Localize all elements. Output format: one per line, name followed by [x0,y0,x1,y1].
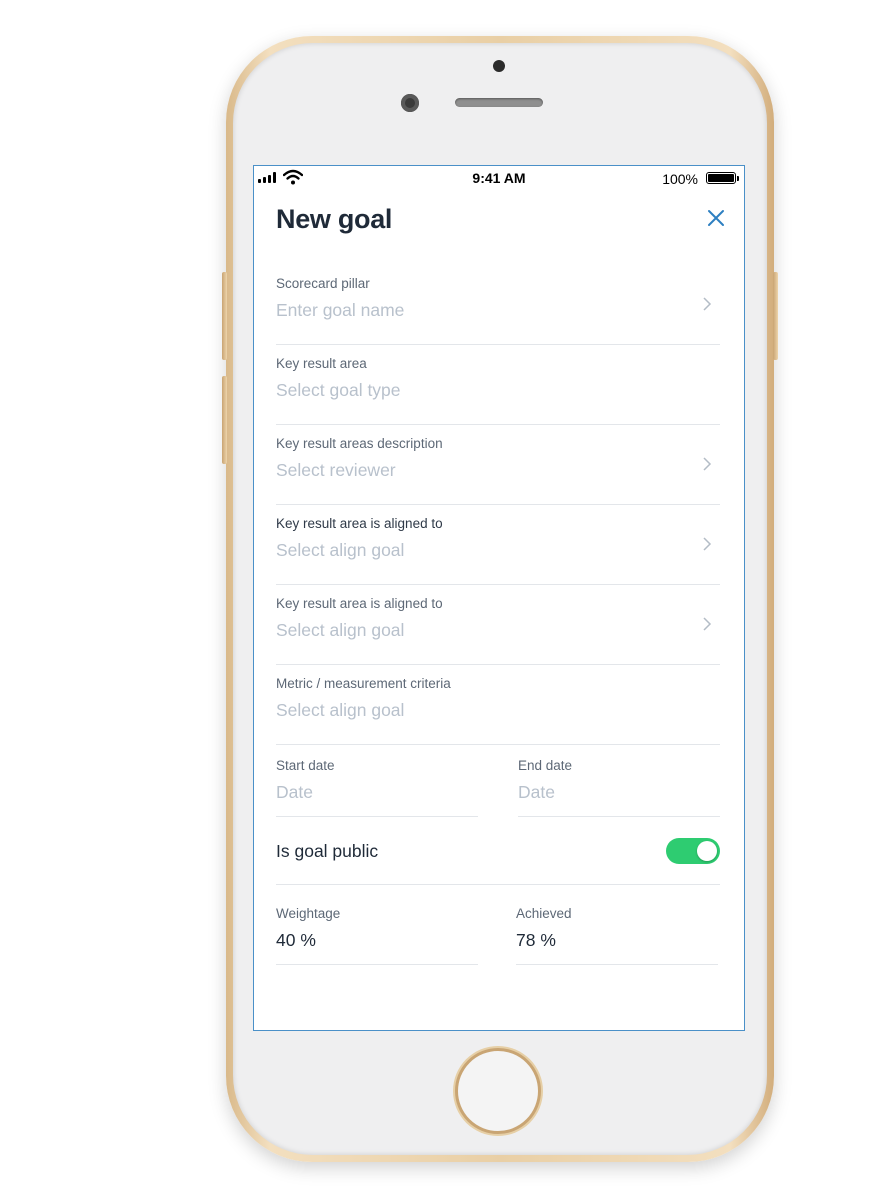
field-placeholder: Select align goal [276,620,405,640]
close-icon[interactable] [706,208,726,228]
status-bar: 9:41 AM 100% [254,166,744,190]
public-toggle-row: Is goal public [276,818,720,885]
end-date-placeholder: Date [518,782,555,802]
end-date-label: End date [518,758,573,773]
phone-screen: 9:41 AM 100% New goal Scorecard pillar E… [253,165,745,1031]
proximity-sensor [493,60,505,72]
front-camera [401,94,419,112]
battery-nub [737,176,739,181]
power-button [773,272,778,360]
start-date-field[interactable]: Start date Date [276,736,478,817]
weightage-field[interactable]: Weightage 40 % [276,884,478,965]
aligned-to-field-2[interactable]: Key result area is aligned to Select ali… [276,584,720,665]
weightage-value: 40 % [276,930,316,950]
earpiece-speaker [455,98,543,107]
start-date-placeholder: Date [276,782,313,802]
field-placeholder: Enter goal name [276,300,405,320]
home-button[interactable] [455,1048,541,1134]
field-label: Key result area is aligned to [276,516,443,531]
field-placeholder: Select reviewer [276,460,396,480]
mute-switch [222,272,227,360]
achieved-field[interactable]: Achieved 78 % [516,884,718,965]
aligned-to-field[interactable]: Key result area is aligned to Select ali… [276,504,720,585]
chevron-right-icon [703,297,712,311]
weightage-label: Weightage [276,906,341,921]
battery-icon [706,172,736,184]
field-label: Key result area is aligned to [276,596,443,611]
metric-criteria-field[interactable]: Metric / measurement criteria Select ali… [276,664,720,745]
field-placeholder: Select goal type [276,380,401,400]
field-placeholder: Select align goal [276,540,405,560]
key-result-areas-description-field[interactable]: Key result areas description Select revi… [276,424,720,505]
start-date-label: Start date [276,758,335,773]
toggle-knob [697,841,717,861]
chevron-right-icon [703,457,712,471]
end-date-field[interactable]: End date Date [518,736,720,817]
field-placeholder: Select align goal [276,700,405,720]
scorecard-pillar-field[interactable]: Scorecard pillar Enter goal name [276,264,720,345]
public-toggle-label: Is goal public [276,841,379,861]
achieved-label: Achieved [516,906,572,921]
chevron-right-icon [703,537,712,551]
key-result-area-field[interactable]: Key result area Select goal type [276,344,720,425]
volume-button [222,376,227,464]
field-label: Key result areas description [276,436,443,451]
achieved-value: 78 % [516,930,556,950]
page-title: New goal [276,204,393,234]
field-label: Scorecard pillar [276,276,370,291]
chevron-right-icon [703,617,712,631]
field-label: Metric / measurement criteria [276,676,451,691]
public-toggle-switch[interactable] [666,838,720,864]
battery-percentage: 100% [662,171,698,187]
field-label: Key result area [276,356,367,371]
